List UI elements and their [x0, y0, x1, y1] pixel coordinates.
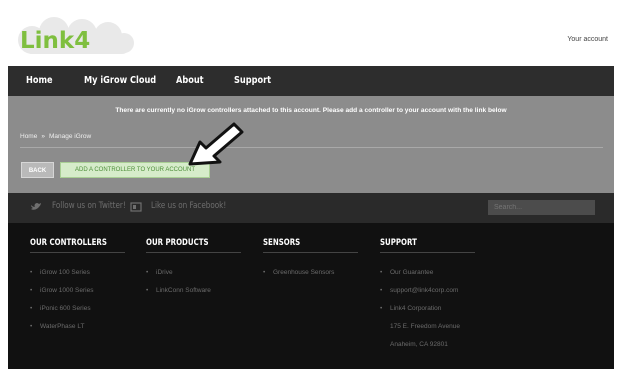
twitter-bird-icon: [31, 203, 41, 210]
footer-col-underline: [146, 252, 241, 253]
footer-link-item[interactable]: • iGrow 100 Series: [30, 267, 125, 285]
page: Link4 Your account Home My iGrow Cloud A…: [8, 8, 614, 369]
facebook-icon: [130, 202, 142, 212]
footer-link-item[interactable]: • iPonic 600 Series: [30, 303, 125, 321]
footer-col-underline: [380, 252, 475, 253]
twitter-link[interactable]: Follow us on Twitter!: [52, 201, 126, 211]
footer-link-item[interactable]: • Our Guarantee: [380, 267, 475, 285]
footer-col-products: OUR PRODUCTS • iDrive • LinkConn Software: [146, 238, 241, 303]
nav-support[interactable]: Support: [234, 66, 271, 96]
footer-col-title: SUPPORT: [380, 238, 417, 248]
footer-link-item[interactable]: • Link4 Corporation: [380, 303, 475, 321]
footer-link-item[interactable]: • iGrow 1000 Series: [30, 285, 125, 303]
facebook-link[interactable]: Like us on Facebook!: [151, 201, 226, 211]
social-bar: Follow us on Twitter! Like us on Faceboo…: [8, 193, 614, 223]
content-divider: [20, 147, 603, 148]
footer-col-support: SUPPORT • Our Guarantee • support@link4cor…: [380, 238, 475, 357]
site-footer: OUR CONTROLLERS • iGrow 100 Series • iGrow…: [8, 223, 614, 369]
footer-link-item[interactable]: • WaterPhase LT: [30, 321, 125, 339]
footer-col-underline: [263, 252, 358, 253]
back-button[interactable]: BACK: [21, 162, 54, 178]
logo-text: Link4: [20, 28, 90, 54]
footer-link-item[interactable]: • iDrive: [146, 267, 241, 285]
cloud-logo-icon[interactable]: Link4: [10, 14, 140, 58]
footer-col-controllers: OUR CONTROLLERS • iGrow 100 Series • iGrow…: [30, 238, 125, 339]
breadcrumb-home[interactable]: Home: [20, 133, 37, 140]
arrow-pointer-icon: [188, 122, 244, 166]
your-account-link[interactable]: Your account: [567, 36, 608, 43]
footer-link-item[interactable]: • support@link4corp.com: [380, 285, 475, 303]
content-area: There are currently no iGrow controllers…: [8, 96, 614, 193]
footer-col-underline: [30, 252, 125, 253]
footer-col-title: SENSORS: [263, 238, 301, 248]
search-input[interactable]: [488, 200, 595, 215]
footer-col-title: OUR PRODUCTS: [146, 238, 209, 248]
nav-my-igrow-cloud[interactable]: My iGrow Cloud: [84, 66, 156, 96]
breadcrumb-current: Manage iGrow: [48, 133, 92, 140]
nav-about[interactable]: About: [176, 66, 204, 96]
main-nav: Home My iGrow Cloud About Support: [8, 66, 614, 96]
footer-address-line: Anaheim, CA 92801: [390, 341, 448, 348]
footer-col-sensors: SENSORS • Greenhouse Sensors: [263, 238, 358, 285]
nav-home[interactable]: Home: [26, 66, 53, 96]
footer-link-item[interactable]: • Greenhouse Sensors: [263, 267, 358, 285]
site-header: Link4 Your account: [8, 8, 614, 64]
footer-link-item[interactable]: • LinkConn Software: [146, 285, 241, 303]
no-controllers-notice: There are currently no iGrow controllers…: [115, 107, 507, 114]
breadcrumb-separator: »: [41, 133, 45, 140]
footer-col-title: OUR CONTROLLERS: [30, 238, 107, 248]
breadcrumb: Home » Manage iGrow: [20, 133, 91, 140]
footer-address-line: 175 E. Freedom Avenue: [390, 323, 460, 330]
